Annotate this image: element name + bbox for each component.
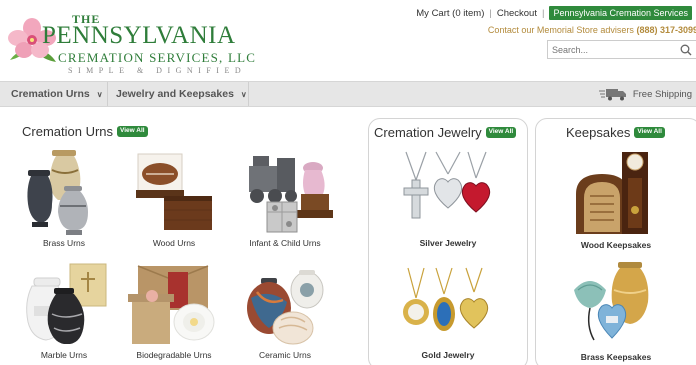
free-shipping-label: Free Shipping <box>632 88 692 100</box>
nav-label: Jewelry and Keepsakes <box>116 88 234 100</box>
main-nav: Cremation Urns ∨ Jewelry and Keepsakes ∨… <box>0 81 696 107</box>
category-wood-keepsakes[interactable]: Wood Keepsakes <box>564 148 668 250</box>
nav-divider <box>248 82 249 106</box>
category-ceramic-urns[interactable]: Ceramic Urns <box>233 262 337 360</box>
category-marble-urns[interactable]: Marble Urns <box>12 262 116 360</box>
contact-line: Contact our Memorial Store advisers (888… <box>488 25 696 35</box>
infant-child-urns-image <box>249 156 333 233</box>
wood-urns-image <box>136 153 212 230</box>
chevron-down-icon: ∨ <box>240 89 247 99</box>
pennsylvania-cremation-services-button[interactable]: Pennsylvania Cremation Services <box>549 6 692 20</box>
search-icon[interactable] <box>676 41 696 58</box>
tile-label: Ceramic Urns <box>259 350 311 360</box>
chevron-down-icon: ∨ <box>96 89 103 99</box>
truck-icon <box>598 89 626 101</box>
section-heading: Cremation Urns <box>22 124 114 139</box>
nav-divider <box>107 82 108 106</box>
divider: | <box>489 7 492 19</box>
contact-text: Contact our Memorial Store advisers <box>487 25 634 35</box>
view-all-keepsakes-button[interactable]: View All <box>634 127 665 138</box>
tile-label: Brass Urns <box>42 238 86 248</box>
divider: | <box>541 7 545 19</box>
tile-label: Wood Urns <box>152 238 196 248</box>
category-biodegradable-urns[interactable]: Biodegradable Urns <box>122 262 226 360</box>
section-title-cremation-urns: Cremation Urns View All <box>22 124 148 139</box>
tile-label: Marble Urns <box>40 350 88 360</box>
tile-label: Wood Keepsakes <box>580 240 652 250</box>
gold-jewelry-image <box>403 267 489 331</box>
category-gold-jewelry[interactable]: Gold Jewelry <box>396 262 500 360</box>
logo-text-subtitle: CREMATION SERVICES, LLC <box>58 50 257 65</box>
nav-jewelry-keepsakes[interactable]: Jewelry and Keepsakes ∨ <box>116 82 247 106</box>
nav-cremation-urns[interactable]: Cremation Urns ∨ <box>11 82 103 106</box>
section-title-cremation-jewelry: Cremation Jewelry View All <box>374 125 517 140</box>
section-title-keepsakes: Keepsakes View All <box>566 125 665 140</box>
wood-keepsakes-image <box>576 152 648 234</box>
category-silver-jewelry[interactable]: Silver Jewelry <box>396 150 500 248</box>
category-brass-keepsakes[interactable]: Brass Keepsakes <box>564 260 668 362</box>
category-infant-child-urns[interactable]: Infant & Child Urns <box>233 148 337 248</box>
section-heading: Keepsakes <box>566 125 631 140</box>
category-wood-urns[interactable]: Wood Urns <box>122 148 226 248</box>
marble-urns-image <box>26 263 107 344</box>
logo-tagline: SIMPLE & DIGNIFIED <box>68 66 247 75</box>
contact-phone[interactable]: (888) 317-3099 <box>636 25 696 35</box>
nav-label: Cremation Urns <box>11 88 90 100</box>
ceramic-urns-image <box>247 270 324 345</box>
brass-keepsakes-image <box>574 262 649 341</box>
biodegradable-urns-image <box>128 265 215 344</box>
site-logo[interactable]: THE PENNSYLVANIA CREMATION SERVICES, LLC… <box>6 8 255 75</box>
tile-label: Gold Jewelry <box>421 350 475 360</box>
category-brass-urns[interactable]: Brass Urns <box>12 148 116 248</box>
my-cart-link[interactable]: My Cart (0 item) <box>416 8 484 19</box>
search-input[interactable] <box>548 41 676 58</box>
brass-urns-image <box>27 150 88 235</box>
search-box <box>547 40 696 59</box>
tile-label: Brass Keepsakes <box>580 352 652 362</box>
free-shipping[interactable]: Free Shipping <box>598 82 692 106</box>
silver-jewelry-image <box>403 151 491 219</box>
logo-text-name: PENNSYLVANIA <box>42 22 236 49</box>
checkout-link[interactable]: Checkout <box>497 8 537 19</box>
tile-label: Infant & Child Urns <box>249 238 321 248</box>
section-heading: Cremation Jewelry <box>374 125 482 140</box>
tile-label: Silver Jewelry <box>419 238 477 248</box>
view-all-urns-button[interactable]: View All <box>117 126 148 137</box>
top-links: My Cart (0 item) | Checkout | Pennsylvan… <box>416 6 692 20</box>
tile-label: Biodegradable Urns <box>136 350 212 360</box>
view-all-jewelry-button[interactable]: View All <box>485 127 517 138</box>
